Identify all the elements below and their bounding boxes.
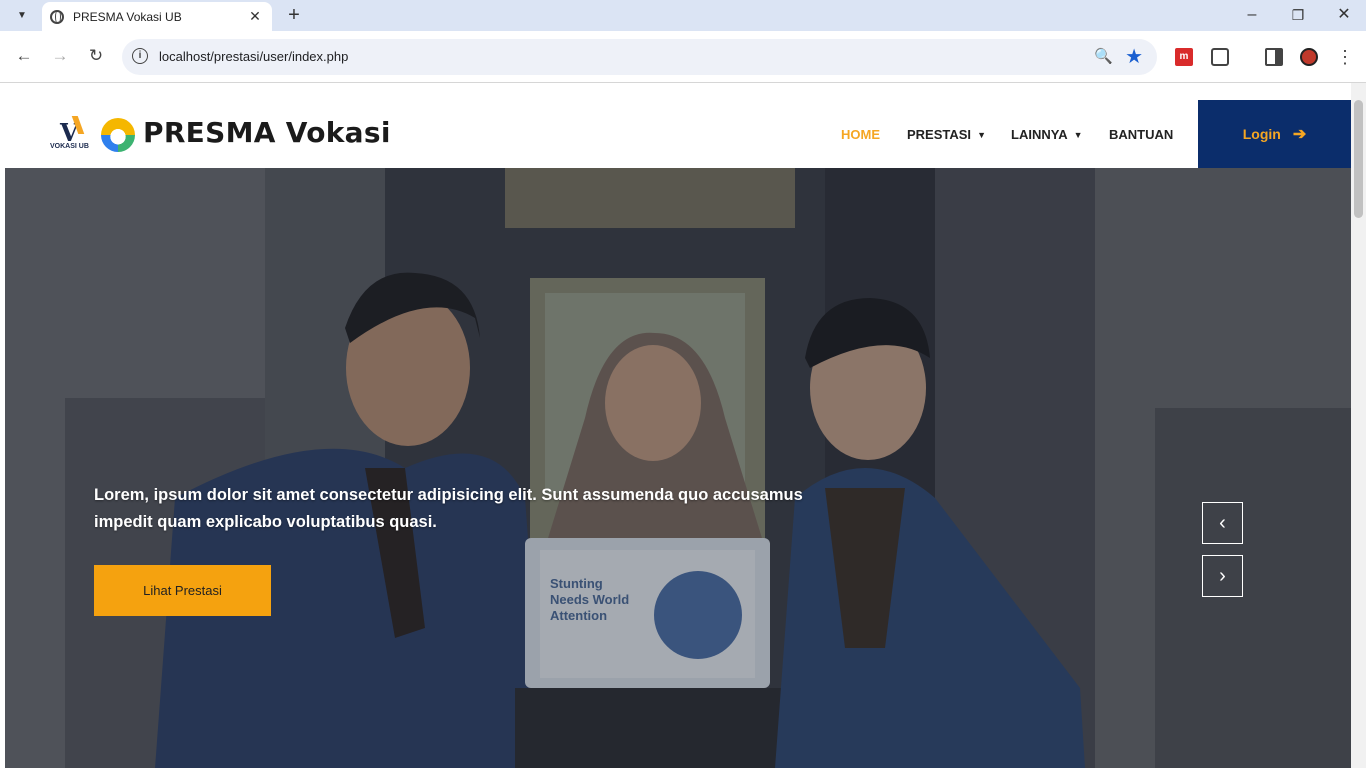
brand-name[interactable]: PRESMA Vokasi — [143, 116, 391, 149]
side-panel-icon[interactable] — [1265, 48, 1283, 66]
arrow-right-icon: ➔ — [1292, 126, 1307, 143]
tab-title: PRESMA Vokasi UB — [73, 9, 182, 24]
logo-subtitle: VOKASI UB — [50, 143, 89, 150]
extensions-puzzle-icon[interactable] — [1211, 48, 1229, 66]
forward-button[interactable]: → — [49, 45, 71, 67]
carousel-prev-button[interactable]: ‹ — [1202, 502, 1243, 544]
chevron-down-icon: ▼ — [977, 129, 986, 140]
minimize-button[interactable]: – — [1242, 4, 1262, 26]
login-label: Login — [1242, 126, 1281, 142]
back-button[interactable]: ← — [13, 45, 35, 67]
nav-home-label: HOME — [841, 127, 880, 142]
reload-button[interactable]: ↻ — [85, 45, 107, 67]
nav-prestasi-label: PRESTASI — [907, 127, 972, 142]
nav-lainnya[interactable]: LAINNYA ▼ — [1011, 127, 1083, 142]
scrollbar-thumb[interactable] — [1354, 100, 1363, 218]
address-bar[interactable]: i localhost/prestasi/user/index.php 🔍 ★ — [122, 39, 1157, 75]
nav-prestasi[interactable]: PRESTASI ▼ — [907, 127, 986, 142]
zoom-icon[interactable]: 🔍 — [1094, 47, 1113, 65]
tab-search-icon[interactable]: ▼ — [10, 4, 34, 26]
new-tab-button[interactable]: + — [284, 4, 304, 26]
globe-icon — [50, 9, 64, 24]
lihat-prestasi-button[interactable]: Lihat Prestasi — [94, 565, 271, 616]
site-info-icon[interactable]: i — [132, 48, 148, 64]
nav-lainnya-label: LAINNYA — [1011, 127, 1068, 142]
window-close-button[interactable]: ✕ — [1334, 4, 1354, 26]
hero-overlay — [5, 168, 1351, 768]
site-header: V VOKASI UB PRESMA Vokasi HOME PRESTASI … — [5, 100, 1351, 168]
carousel-next-button[interactable]: › — [1202, 555, 1243, 597]
login-button[interactable]: Login ➔ — [1198, 100, 1351, 168]
page-viewport: V VOKASI UB PRESMA Vokasi HOME PRESTASI … — [5, 83, 1351, 768]
presma-logo-icon — [101, 118, 135, 152]
page-scrollbar[interactable] — [1351, 83, 1366, 768]
restore-button[interactable]: ❐ — [1288, 4, 1308, 26]
hero-description: Lorem, ipsum dolor sit amet consectetur … — [94, 486, 803, 531]
nav-home[interactable]: HOME — [841, 127, 880, 142]
browser-tab[interactable]: PRESMA Vokasi UB ✕ — [42, 2, 272, 31]
nav-bantuan[interactable]: BANTUAN — [1109, 127, 1173, 142]
vokasi-ub-logo[interactable]: V VOKASI UB — [50, 118, 94, 154]
extension-icon[interactable]: m — [1175, 48, 1193, 66]
bookmark-star-icon[interactable]: ★ — [1125, 44, 1143, 69]
browser-toolbar: ← → ↻ i localhost/prestasi/user/index.ph… — [0, 31, 1366, 83]
chevron-down-icon: ▼ — [1073, 129, 1083, 140]
hero-carousel: Stunting Needs World Attention Lorem, ip… — [5, 168, 1351, 768]
profile-avatar[interactable] — [1300, 48, 1318, 66]
browser-menu-icon[interactable]: ⋮ — [1336, 48, 1354, 66]
url-text[interactable]: localhost/prestasi/user/index.php — [159, 49, 348, 64]
tab-close-icon[interactable]: ✕ — [246, 8, 264, 25]
browser-tab-bar: ▼ PRESMA Vokasi UB ✕ + – ❐ ✕ — [0, 0, 1366, 31]
nav-bantuan-label: BANTUAN — [1109, 127, 1174, 142]
